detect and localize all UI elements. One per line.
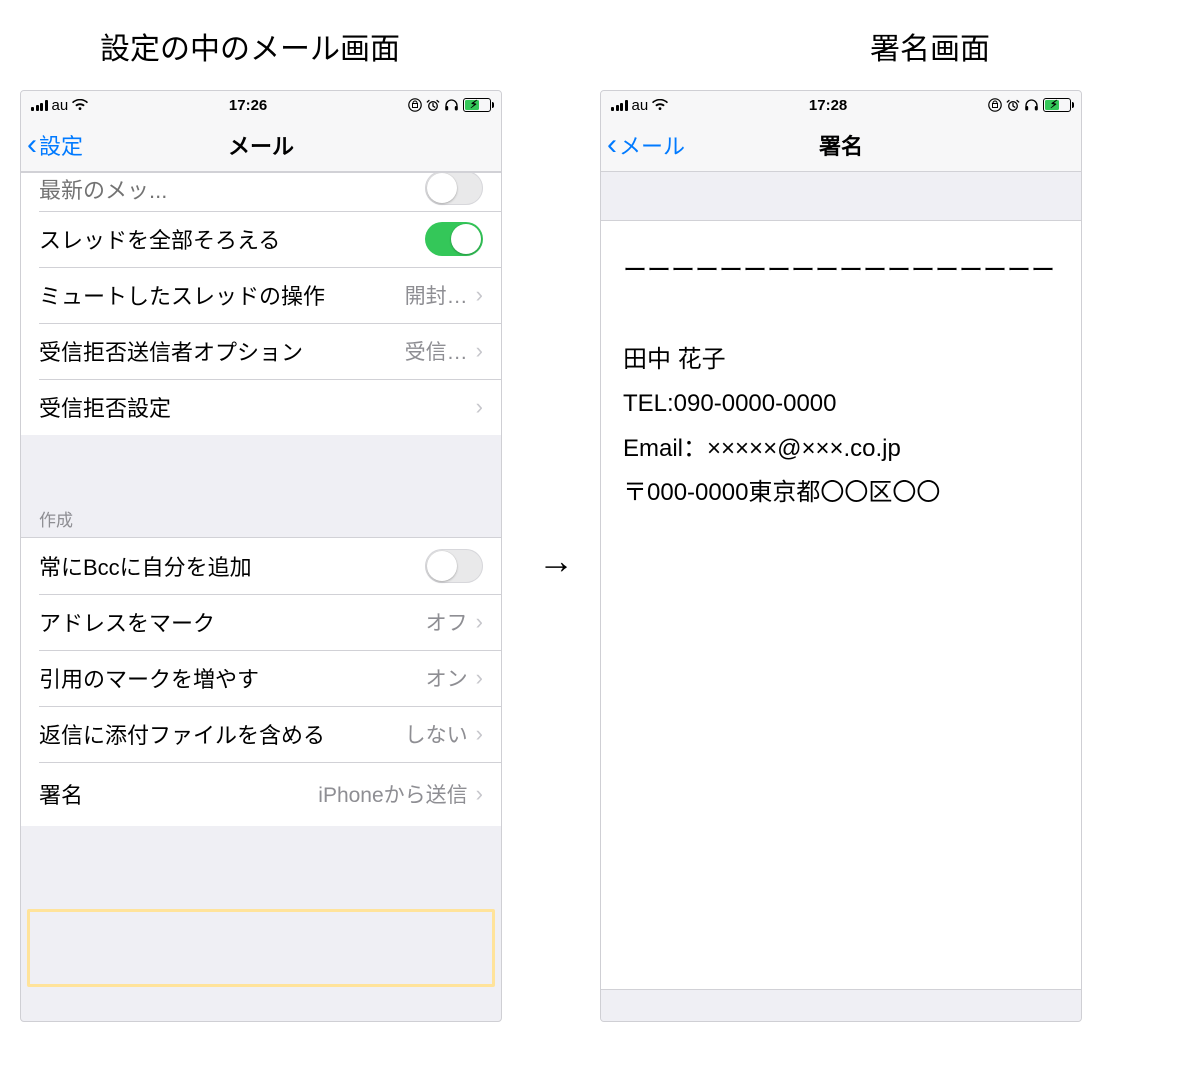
row-label: スレッドを全部そろえる (39, 223, 280, 255)
status-carrier: au (52, 97, 69, 114)
row-value: 開封… (405, 280, 468, 310)
chevron-left-icon: ‹ (27, 130, 37, 160)
headphones-icon (444, 98, 459, 112)
nav-bar: ‹ 設定 メール (21, 119, 501, 172)
signal-icon (31, 100, 48, 111)
nav-back-label: メール (619, 129, 685, 161)
wifi-icon (72, 99, 88, 111)
row-signature[interactable]: 署名 iPhoneから送信 › (21, 762, 501, 826)
chevron-right-icon: › (476, 783, 483, 805)
alarm-icon (426, 98, 440, 112)
chevron-right-icon: › (476, 340, 483, 362)
nav-back-label: 設定 (39, 129, 83, 161)
row-label: 受信拒否送信者オプション (39, 335, 303, 367)
row-value: iPhoneから送信 (318, 779, 467, 809)
caption-right: 署名画面 (870, 24, 990, 68)
row-value: オン (426, 663, 468, 693)
row-label: 常にBccに自分を追加 (39, 550, 252, 582)
battery-icon: ⚡︎ (1043, 98, 1071, 112)
arrow-right-icon: → (538, 540, 574, 582)
nav-back-button[interactable]: ‹ メール (601, 129, 685, 161)
nav-bar: ‹ メール 署名 (601, 119, 1081, 172)
nav-title: メール (21, 129, 501, 161)
row-mark-address[interactable]: アドレスをマーク オフ › (21, 594, 501, 650)
phone-mail-settings: au 17:26 ⚡︎ ‹ (20, 90, 502, 1022)
status-time: 17:28 (809, 97, 847, 114)
chevron-right-icon: › (476, 396, 483, 418)
row-label: 返信に添付ファイルを含める (39, 718, 325, 750)
row-value: 受信… (405, 336, 468, 366)
row-complete-threads[interactable]: スレッドを全部そろえる (21, 211, 501, 267)
row-label: 最新のメッ... (39, 173, 167, 205)
wifi-icon (652, 99, 668, 111)
switch-off-icon[interactable] (425, 549, 483, 583)
row-partial-prev[interactable]: 最新のメッ... (21, 173, 501, 211)
chevron-right-icon: › (476, 723, 483, 745)
status-carrier: au (632, 97, 649, 114)
switch-off-icon[interactable] (425, 173, 483, 205)
chevron-right-icon: › (476, 667, 483, 689)
row-label: ミュートしたスレッドの操作 (39, 279, 325, 311)
headphones-icon (1024, 98, 1039, 112)
switch-on-icon[interactable] (425, 222, 483, 256)
section-header-compose: 作成 (21, 491, 501, 537)
highlight-signature-row (27, 909, 495, 987)
status-bar: au 17:26 ⚡︎ (21, 91, 501, 119)
row-value: しない (405, 719, 468, 749)
chevron-left-icon: ‹ (607, 130, 617, 160)
row-blocked-sender-options[interactable]: 受信拒否送信者オプション 受信… › (21, 323, 501, 379)
battery-icon: ⚡︎ (463, 98, 491, 112)
row-increase-quote[interactable]: 引用のマークを増やす オン › (21, 650, 501, 706)
alarm-icon (1006, 98, 1020, 112)
row-blocked-settings[interactable]: 受信拒否設定 › (21, 379, 501, 435)
row-label: アドレスをマーク (39, 606, 215, 638)
signature-text-editor[interactable]: ーーーーーーーーーーーーーーーーーー 田中 花子 TEL:090-0000-00… (601, 220, 1081, 990)
row-label: 引用のマークを増やす (39, 662, 259, 694)
status-time: 17:26 (229, 97, 267, 114)
chevron-right-icon: › (476, 284, 483, 306)
row-include-attachments[interactable]: 返信に添付ファイルを含める しない › (21, 706, 501, 762)
chevron-right-icon: › (476, 611, 483, 633)
nav-back-button[interactable]: ‹ 設定 (21, 129, 83, 161)
orientation-lock-icon (408, 98, 422, 112)
row-label: 署名 (39, 778, 83, 810)
phone-signature-editor: au 17:28 ⚡︎ ‹ メー (600, 90, 1082, 1022)
row-value: オフ (426, 607, 468, 637)
row-muted-thread-action[interactable]: ミュートしたスレッドの操作 開封… › (21, 267, 501, 323)
row-bcc-self[interactable]: 常にBccに自分を追加 (21, 538, 501, 594)
orientation-lock-icon (988, 98, 1002, 112)
caption-left: 設定の中のメール画面 (100, 24, 400, 68)
signal-icon (611, 100, 628, 111)
status-bar: au 17:28 ⚡︎ (601, 91, 1081, 119)
row-label: 受信拒否設定 (39, 391, 171, 423)
